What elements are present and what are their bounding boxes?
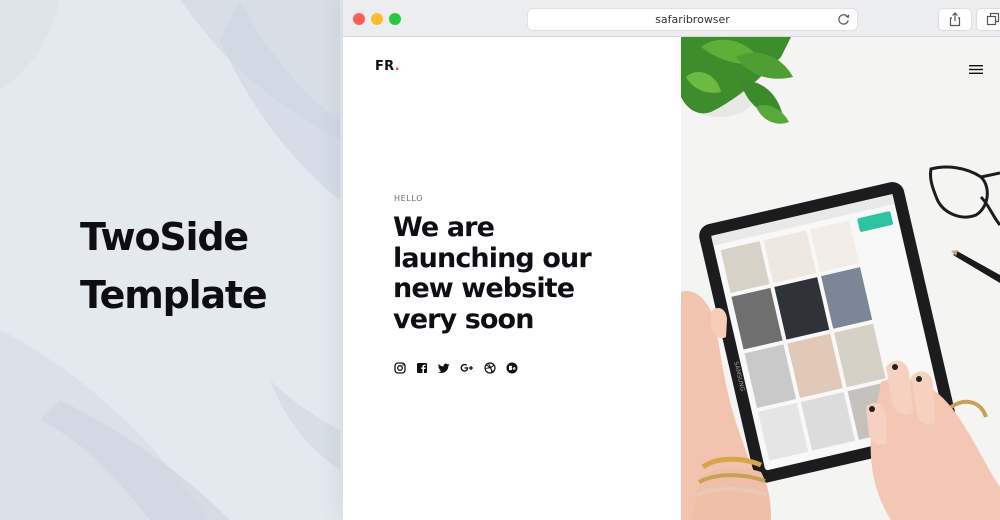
promo-title: TwoSide Template (80, 208, 268, 324)
tabs-button[interactable] (977, 9, 1000, 30)
google-plus-icon[interactable] (460, 362, 474, 374)
close-window-button[interactable] (353, 13, 365, 25)
logo-text: FR (375, 59, 395, 74)
reload-icon[interactable] (836, 12, 851, 27)
address-text: safaribrowser (655, 13, 730, 26)
browser-window: safaribrowser FR. HELLO We are launching… (343, 0, 1000, 520)
site-logo[interactable]: FR. (375, 59, 400, 74)
facebook-icon[interactable] (416, 362, 428, 374)
promo-title-line: Template (80, 273, 268, 317)
headline-line: launching our (393, 242, 592, 274)
eyebrow-label: HELLO (394, 194, 423, 203)
content-pane: FR. HELLO We are launching our new websi… (343, 37, 681, 520)
share-button[interactable] (939, 9, 971, 30)
dribbble-icon[interactable] (484, 361, 496, 374)
headline: We are launching our new website very so… (393, 212, 592, 335)
tabs-icon (986, 12, 1000, 26)
browser-toolbar: safaribrowser (343, 0, 1000, 37)
share-icon (949, 12, 961, 27)
address-bar[interactable]: safaribrowser (528, 9, 857, 30)
hero-image: SAMSUNG (681, 37, 1000, 520)
behance-icon[interactable] (506, 362, 518, 374)
social-links (394, 357, 523, 376)
logo-accent-dot: . (394, 59, 400, 74)
maximize-window-button[interactable] (389, 13, 401, 25)
tablet-on-desk-photo: SAMSUNG (681, 37, 1000, 520)
menu-icon[interactable] (969, 64, 983, 75)
promo-title-line: TwoSide (80, 215, 249, 259)
twitter-icon[interactable] (438, 362, 450, 374)
website-page: FR. HELLO We are launching our new websi… (343, 37, 1000, 520)
headline-line: We are (393, 212, 495, 243)
headline-line: new website (393, 273, 575, 304)
headline-line: very soon (393, 303, 534, 335)
minimize-window-button[interactable] (371, 13, 383, 25)
instagram-icon[interactable] (394, 361, 406, 374)
